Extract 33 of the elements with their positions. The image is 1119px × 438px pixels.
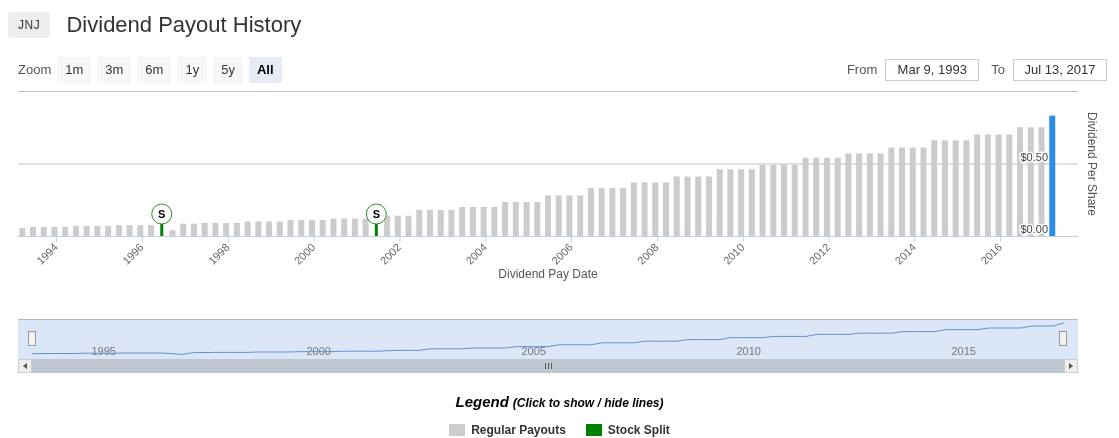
x-axis-title: Dividend Pay Date: [498, 266, 598, 281]
ticker-badge: JNJ: [8, 11, 51, 38]
left-arrow-icon: [23, 362, 27, 369]
annotation: S: [372, 207, 381, 220]
y-tick-label: $0.50: [1020, 150, 1048, 162]
payout-bar[interactable]: [384, 215, 391, 236]
highlighted-bar[interactable]: [1049, 115, 1056, 236]
zoom-button[interactable]: 1m: [57, 57, 92, 83]
navigator-year-label: 2010: [736, 344, 761, 357]
grip-icon: [544, 362, 552, 369]
legend-title: Legend: [455, 391, 509, 412]
zoom-button[interactable]: 1y: [177, 57, 208, 83]
y-tick-label: $0.00: [1020, 222, 1048, 235]
zoom-button[interactable]: 3m: [97, 57, 132, 83]
zoom-button[interactable]: 5y: [213, 57, 243, 83]
to-label: To: [991, 61, 1005, 79]
legend-item[interactable]: Regular Payouts: [449, 421, 566, 438]
y-axis-title: Dividend Per Share: [1085, 111, 1099, 216]
navigator-year-label: 2015: [951, 344, 976, 357]
legend-item[interactable]: Stock Split: [585, 421, 670, 438]
page-title: Dividend Payout History: [66, 11, 302, 39]
from-date-field[interactable]: Mar 9, 1993: [885, 58, 980, 81]
annotation: S: [158, 207, 166, 220]
zoom-label: Zoom: [18, 61, 52, 79]
zoom-button[interactable]: 6m: [137, 57, 172, 83]
right-arrow-icon: [1069, 362, 1073, 369]
left-handle[interactable]: [28, 330, 36, 346]
zoom-button[interactable]: All: [248, 57, 282, 83]
legend-hint: (Click to show / hide lines): [512, 394, 664, 412]
to-date-field[interactable]: Jul 13, 2017: [1013, 58, 1107, 81]
right-handle[interactable]: [1059, 330, 1067, 346]
from-label: From: [846, 61, 878, 79]
navigator-year-label: 2005: [521, 344, 546, 357]
